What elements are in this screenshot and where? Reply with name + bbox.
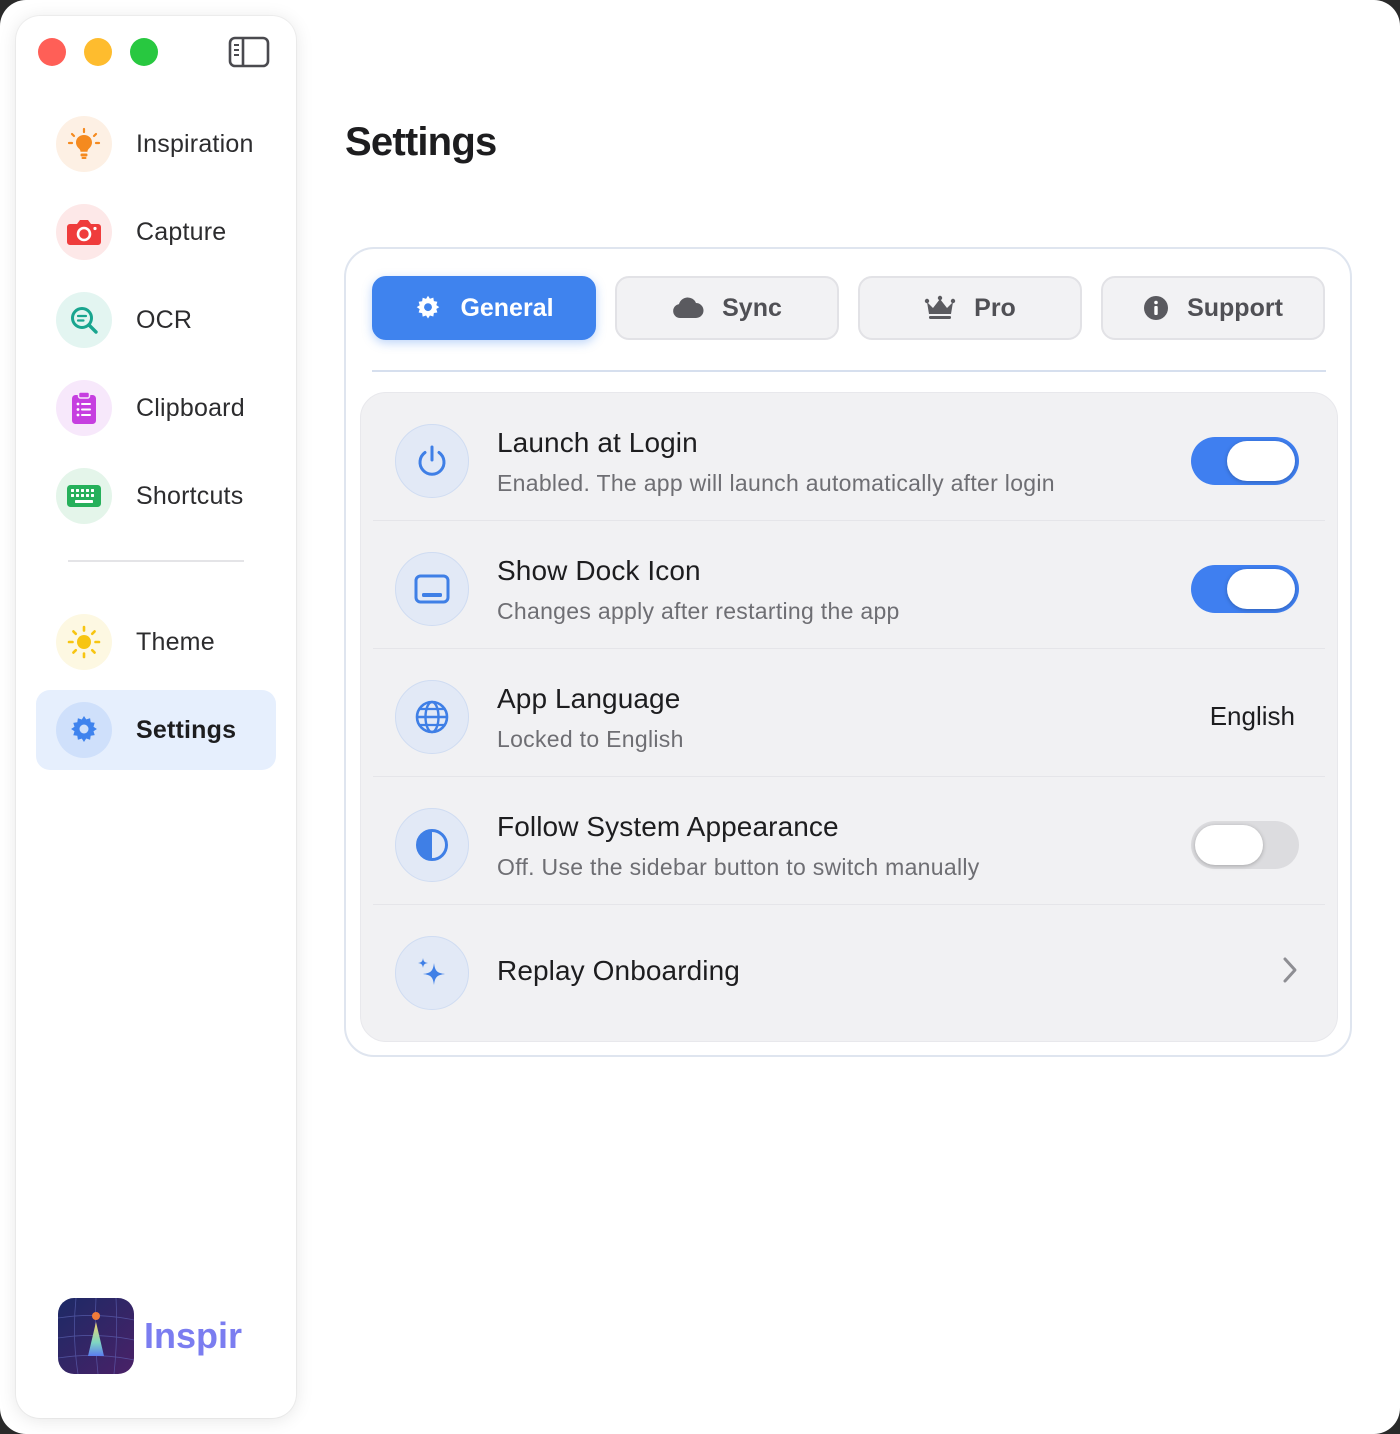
sidebar-item-label: Capture [136,217,227,246]
sidebar-item-label: Settings [136,715,237,744]
tab-sync[interactable]: Sync [615,276,839,340]
cloud-icon [673,297,704,318]
settings-card: Launch at Login Enabled. The app will la… [360,392,1338,1042]
sidebar-item-settings[interactable]: Settings [36,690,276,770]
tab-label: Support [1187,293,1283,322]
gear-icon [56,702,112,758]
globe-icon [395,680,469,754]
settings-panel: General Sync Pro Support Launch at Login… [344,247,1352,1057]
brand: Inspir [58,1298,242,1374]
chevron-right-icon [1283,957,1297,983]
crown-icon [924,295,956,319]
camera-icon [56,204,112,260]
tab-label: Sync [722,293,782,322]
sidebar-item-capture[interactable]: Capture [36,192,276,272]
text-search-icon [56,292,112,348]
lightbulb-icon [56,116,112,172]
setting-subtitle: Enabled. The app will launch automatical… [497,470,1055,496]
sun-icon [56,614,112,670]
tab-pro[interactable]: Pro [858,276,1082,340]
app-language-value[interactable]: English [1210,701,1295,732]
sidebar-item-theme[interactable]: Theme [36,602,276,682]
setting-row-follow-system-appearance: Follow System Appearance Off. Use the si… [361,777,1337,905]
setting-subtitle: Changes apply after restarting the app [497,598,900,624]
tab-support[interactable]: Support [1101,276,1325,340]
clipboard-icon [56,380,112,436]
app-logo-icon [58,1298,134,1374]
info-icon [1144,296,1169,320]
setting-row-replay-onboarding[interactable]: Replay Onboarding [361,905,1337,1033]
tab-label: General [460,293,554,322]
show-dock-icon-toggle[interactable] [1191,565,1299,613]
setting-row-app-language: App Language Locked to English English [361,649,1337,777]
setting-subtitle: Off. Use the sidebar button to switch ma… [497,854,980,880]
keyboard-icon [56,468,112,524]
app-window: Inspiration Capture OCR Clipboard Shortc… [0,0,1400,1434]
setting-title: Follow System Appearance [497,811,839,842]
brand-name: Inspir [144,1315,243,1356]
sidebar-item-label: Theme [136,627,215,656]
sidebar-item-label: OCR [136,305,193,334]
sidebar-item-label: Inspiration [136,129,254,158]
sidebar-divider [68,560,244,562]
setting-title: App Language [497,683,681,714]
contrast-icon [395,808,469,882]
launch-at-login-toggle[interactable] [1191,437,1299,485]
tab-general[interactable]: General [372,276,596,340]
sidebar-item-clipboard[interactable]: Clipboard [36,368,276,448]
sidebar: Inspiration Capture OCR Clipboard Shortc… [16,16,296,1418]
tab-divider [372,370,1326,372]
gear-icon [417,295,440,319]
setting-title: Show Dock Icon [497,555,701,586]
dock-icon [395,552,469,626]
setting-title: Launch at Login [497,427,698,458]
sparkles-icon [395,936,469,1010]
setting-subtitle: Locked to English [497,726,684,752]
setting-row-launch-at-login: Launch at Login Enabled. The app will la… [361,393,1337,521]
setting-row-show-dock-icon: Show Dock Icon Changes apply after resta… [361,521,1337,649]
close-window-button[interactable] [38,38,66,66]
sidebar-item-shortcuts[interactable]: Shortcuts [36,456,276,536]
page-title: Settings [345,120,497,164]
follow-system-appearance-toggle[interactable] [1191,821,1299,869]
power-icon [395,424,469,498]
sidebar-item-ocr[interactable]: OCR [36,280,276,360]
zoom-window-button[interactable] [130,38,158,66]
sidebar-item-label: Shortcuts [136,481,244,510]
sidebar-toggle-icon[interactable] [228,36,270,68]
tab-label: Pro [974,293,1016,322]
sidebar-item-inspiration[interactable]: Inspiration [36,104,276,184]
sidebar-item-label: Clipboard [136,393,245,422]
setting-title: Replay Onboarding [497,955,740,986]
minimize-window-button[interactable] [84,38,112,66]
